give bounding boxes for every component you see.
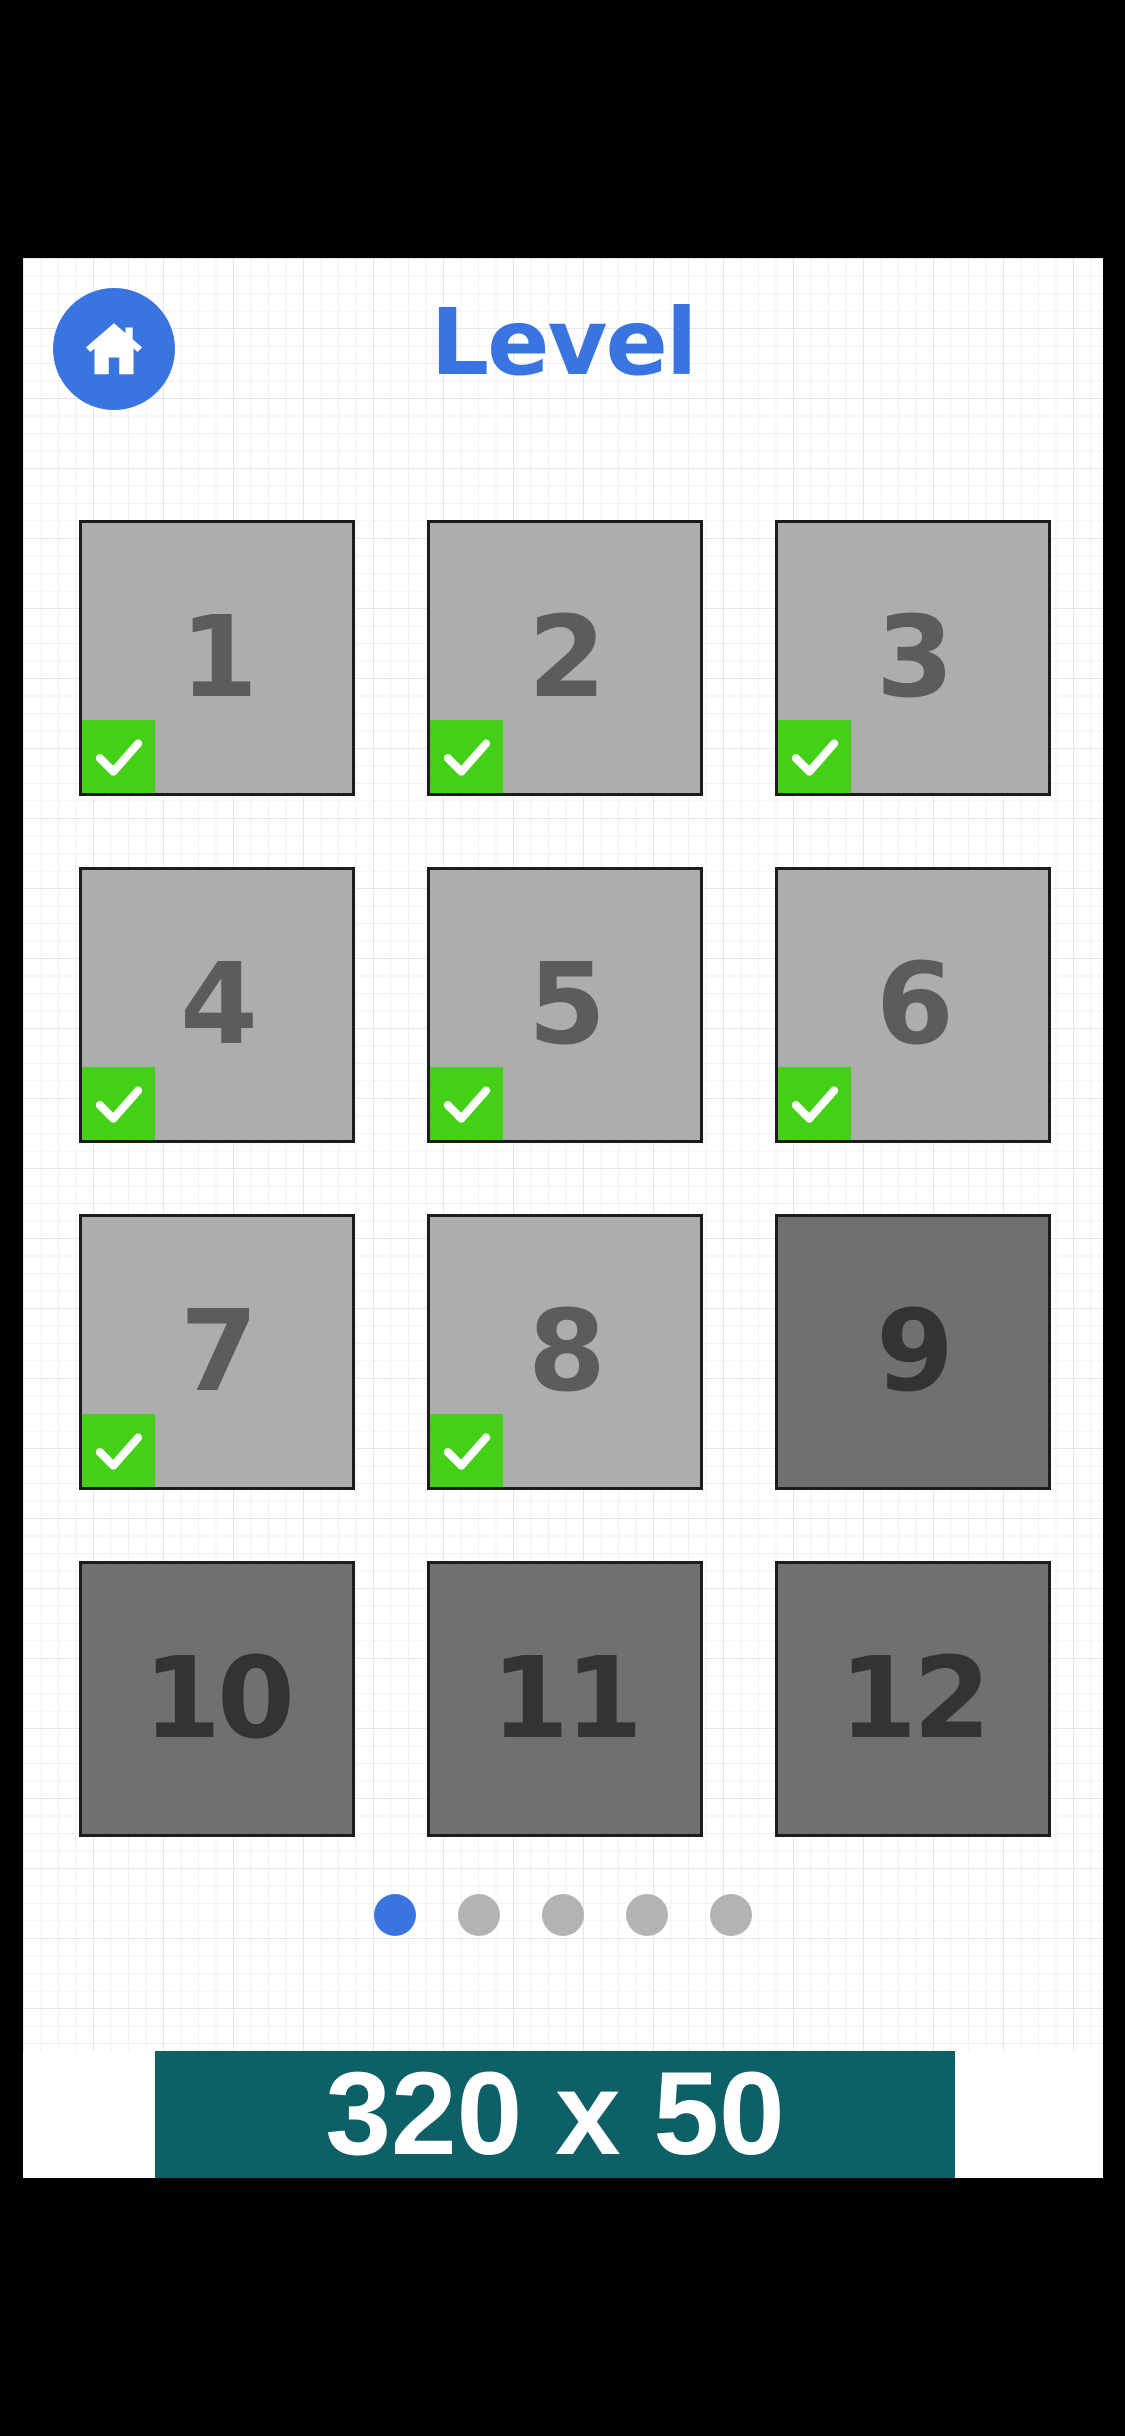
level-number: 11 xyxy=(491,1634,643,1764)
level-grid: 1 2 3 4 5 6 7 8 9 10 11 12 xyxy=(79,520,1051,1837)
page-title: Level xyxy=(430,289,698,396)
level-select-screen: Level 1 2 3 4 5 6 7 8 9 10 11 12 320 x 50 xyxy=(23,258,1103,2178)
completed-badge xyxy=(82,1414,155,1487)
checkmark-icon xyxy=(791,738,838,776)
level-number: 2 xyxy=(528,593,606,723)
completed-badge xyxy=(778,1067,851,1140)
level-number: 5 xyxy=(528,940,606,1070)
checkmark-icon xyxy=(443,1085,490,1123)
checkmark-icon xyxy=(791,1085,838,1123)
completed-badge xyxy=(82,720,155,793)
page-dot-4[interactable] xyxy=(626,1894,668,1936)
level-tile-1[interactable]: 1 xyxy=(79,520,355,796)
level-tile-10[interactable]: 10 xyxy=(79,1561,355,1837)
level-number: 10 xyxy=(143,1634,295,1764)
level-tile-8[interactable]: 8 xyxy=(427,1214,703,1490)
level-tile-3[interactable]: 3 xyxy=(775,520,1051,796)
level-tile-5[interactable]: 5 xyxy=(427,867,703,1143)
level-number: 6 xyxy=(876,940,954,1070)
checkmark-icon xyxy=(95,1432,142,1470)
level-number: 7 xyxy=(180,1287,258,1417)
completed-badge xyxy=(778,720,851,793)
ad-area: 320 x 50 xyxy=(23,2051,1103,2178)
completed-badge xyxy=(430,720,503,793)
level-tile-11[interactable]: 11 xyxy=(427,1561,703,1837)
checkmark-icon xyxy=(443,1432,490,1470)
completed-badge xyxy=(430,1067,503,1140)
page-dot-3[interactable] xyxy=(542,1894,584,1936)
level-tile-12[interactable]: 12 xyxy=(775,1561,1051,1837)
level-tile-4[interactable]: 4 xyxy=(79,867,355,1143)
checkmark-icon xyxy=(95,738,142,776)
level-number: 1 xyxy=(180,593,258,723)
level-number: 12 xyxy=(839,1634,991,1764)
ad-banner[interactable]: 320 x 50 xyxy=(155,2051,955,2178)
completed-badge xyxy=(82,1067,155,1140)
level-number: 3 xyxy=(876,593,954,723)
page-dot-2[interactable] xyxy=(458,1894,500,1936)
level-tile-7[interactable]: 7 xyxy=(79,1214,355,1490)
level-tile-9[interactable]: 9 xyxy=(775,1214,1051,1490)
page-dot-1[interactable] xyxy=(374,1894,416,1936)
page-indicator xyxy=(23,1894,1103,1936)
page-dot-5[interactable] xyxy=(710,1894,752,1936)
completed-badge xyxy=(430,1414,503,1487)
level-number: 4 xyxy=(180,940,258,1070)
level-tile-6[interactable]: 6 xyxy=(775,867,1051,1143)
checkmark-icon xyxy=(95,1085,142,1123)
level-tile-2[interactable]: 2 xyxy=(427,520,703,796)
level-number: 8 xyxy=(528,1287,606,1417)
level-number: 9 xyxy=(876,1287,954,1417)
checkmark-icon xyxy=(443,738,490,776)
